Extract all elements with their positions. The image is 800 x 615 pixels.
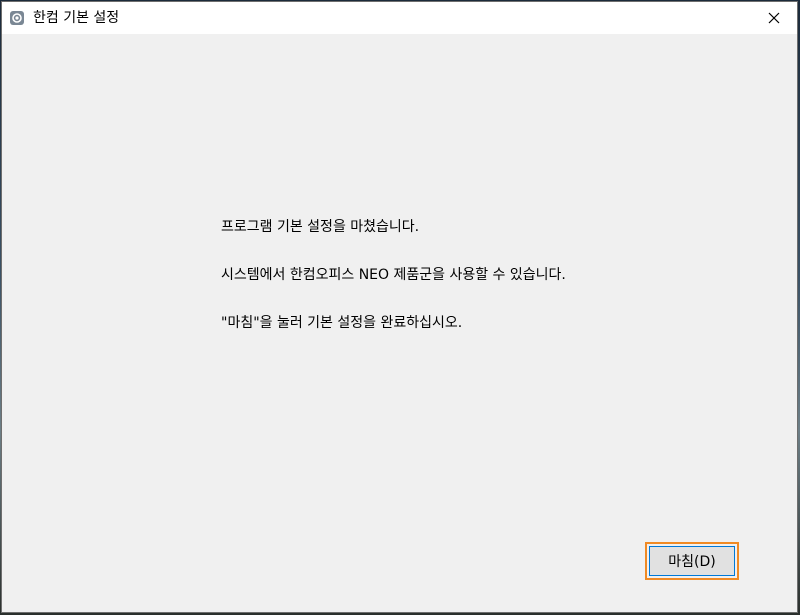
finish-button-label[interactable]: 마침(D): [649, 546, 735, 576]
message-setup-complete: 프로그램 기본 설정을 마쳤습니다.: [221, 219, 420, 235]
finish-button[interactable]: 마침(D): [645, 542, 739, 580]
close-button[interactable]: [751, 2, 797, 34]
message-press-finish: "마침"을 눌러 기본 설정을 완료하십시오.: [221, 315, 463, 331]
message-area: 프로그램 기본 설정을 마쳤습니다. 시스템에서 한컴오피스 NEO 제품군을 …: [221, 215, 566, 359]
title-bar: 한컴 기본 설정: [2, 2, 797, 34]
hancom-gear-icon: [9, 10, 25, 26]
message-product-available: 시스템에서 한컴오피스 NEO 제품군을 사용할 수 있습니다.: [221, 267, 566, 283]
window-title: 한컴 기본 설정: [33, 10, 120, 26]
setup-dialog: 한컴 기본 설정 프로그램 기본 설정을 마쳤습니다. 시스템에서 한컴오피스 …: [1, 1, 798, 613]
close-icon: [768, 9, 780, 28]
